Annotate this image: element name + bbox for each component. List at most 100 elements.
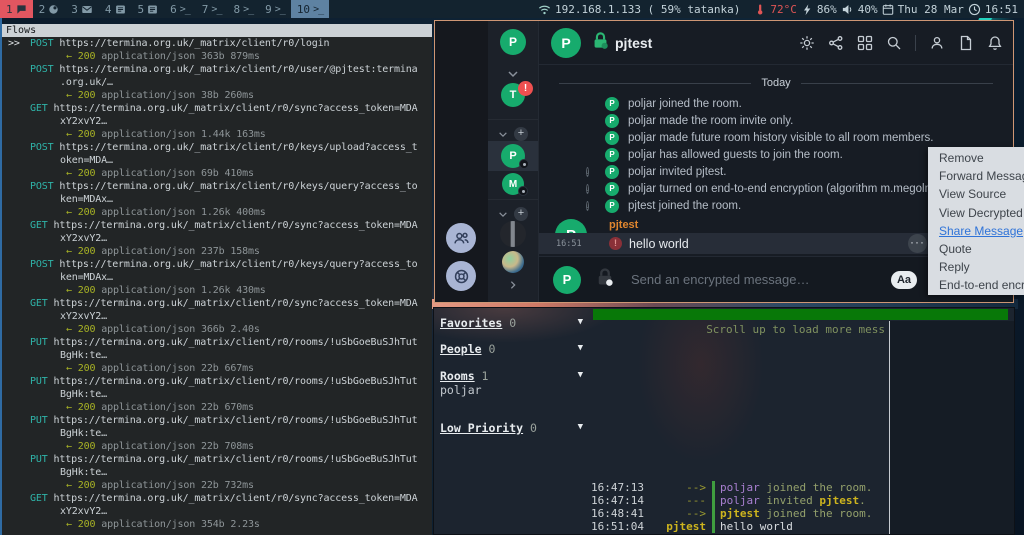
workspace-6[interactable]: 6>_ xyxy=(164,0,196,18)
timeline-event[interactable]: Ppoljar made the room invite only. xyxy=(539,112,1013,129)
battery-label: 86% xyxy=(817,3,837,16)
help-button[interactable] xyxy=(446,261,476,291)
encryption-lock-icon xyxy=(591,31,610,55)
chat-icon xyxy=(16,4,27,15)
flow-row[interactable]: PUT https://termina.org.uk/_matrix/clien… xyxy=(2,414,432,453)
workspace-7[interactable]: 7>_ xyxy=(196,0,228,18)
share-icon[interactable] xyxy=(828,35,844,51)
notifications-bell-icon[interactable] xyxy=(987,35,1003,51)
flow-row[interactable]: POST https://termina.org.uk/_matrix/clie… xyxy=(2,141,432,180)
workspace-2[interactable]: 2 xyxy=(33,0,66,18)
timeline-event[interactable]: Ppoljar joined the room. xyxy=(539,95,1013,112)
flow-row[interactable]: PUT https://termina.org.uk/_matrix/clien… xyxy=(2,375,432,414)
utility-strip xyxy=(435,21,488,302)
workspace-number: 8 xyxy=(233,3,240,16)
message-options-button[interactable]: ··· xyxy=(908,234,927,253)
divider xyxy=(915,35,916,51)
wifi-icon xyxy=(538,3,551,16)
chevron-down-icon[interactable] xyxy=(498,205,508,223)
scroll-notice: Scroll up to load more mess xyxy=(591,323,888,336)
add-contact-button[interactable] xyxy=(446,223,476,253)
clock-icon xyxy=(968,3,981,16)
workspace-3[interactable]: 3 xyxy=(65,0,99,18)
flow-row[interactable]: GET https://termina.org.uk/_matrix/clien… xyxy=(2,219,432,258)
room-avatar[interactable]: P xyxy=(551,28,581,58)
log-sender: --> xyxy=(651,481,706,494)
matrix-client-window: P T ! + P M + P pjtest xyxy=(434,20,1014,303)
timeline-event[interactable]: Ppoljar made future room history visible… xyxy=(539,129,1013,146)
event-avatar: P xyxy=(605,97,619,111)
flow-row[interactable]: POST https://termina.org.uk/_matrix/clie… xyxy=(2,180,432,219)
chevron-right-icon[interactable] xyxy=(509,277,517,295)
workspace-4[interactable]: 4 xyxy=(99,0,132,18)
menu-item-end-to-end-encry[interactable]: End-to-end encry xyxy=(928,276,1024,294)
room-section-favorites[interactable]: Favorites 0▼ xyxy=(440,316,585,330)
log-timestamp: 16:48:41 xyxy=(591,507,651,520)
menu-item-forward-message[interactable]: Forward Message xyxy=(928,167,1024,185)
room-section-people[interactable]: People 0▼ xyxy=(440,342,585,356)
collapse-triangle-icon[interactable]: ▼ xyxy=(578,422,583,432)
flow-row[interactable]: GET https://termina.org.uk/_matrix/clien… xyxy=(2,492,432,531)
accounts-rail: P T ! + P M + xyxy=(488,21,539,302)
menu-item-share-message[interactable]: Share Message xyxy=(928,222,1024,240)
room-section-rooms[interactable]: Rooms 1▼ xyxy=(440,369,585,383)
menu-item-reply[interactable]: Reply xyxy=(928,258,1024,276)
event-avatar: P xyxy=(605,199,619,213)
collapse-triangle-icon[interactable]: ▼ xyxy=(578,370,583,380)
mail-icon xyxy=(81,4,93,15)
event-warning-icon: ! xyxy=(586,167,589,177)
composer-input[interactable]: Send an encrypted message… xyxy=(631,272,810,287)
chat-log: 16:47:13-->poljar joined the room.16:47:… xyxy=(591,481,888,533)
format-button[interactable]: Aa xyxy=(891,271,917,289)
menu-item-view-decrypted-s[interactable]: View Decrypted S xyxy=(928,204,1024,222)
flow-list[interactable]: >>POST https://termina.org.uk/_matrix/cl… xyxy=(2,37,432,531)
menu-item-view-source[interactable]: View Source xyxy=(928,185,1024,203)
calendar-icon xyxy=(882,3,894,16)
room-section-low-priority[interactable]: Low Priority 0▼ xyxy=(440,421,585,435)
network-label: 192.168.1.133 ( 59% tatanka) xyxy=(555,3,740,16)
workspace-8[interactable]: 8>_ xyxy=(227,0,259,18)
event-text: poljar invited pjtest. xyxy=(628,166,726,178)
event-text: poljar made future room history visible … xyxy=(628,132,934,144)
rooms-grid-icon[interactable] xyxy=(857,35,873,51)
sender-name: pjtest xyxy=(609,219,638,231)
workspace-1[interactable]: 1 xyxy=(0,0,33,18)
book-icon xyxy=(147,4,158,15)
chevron-down-icon[interactable] xyxy=(507,65,519,83)
collapse-triangle-icon[interactable]: ▼ xyxy=(578,317,583,327)
loading-bar xyxy=(593,309,1008,320)
account-avatar[interactable]: P xyxy=(500,29,526,55)
log-line: 16:47:13-->poljar joined the room. xyxy=(591,481,888,494)
workspace-number: 5 xyxy=(138,3,145,16)
flow-row[interactable]: GET https://termina.org.uk/_matrix/clien… xyxy=(2,102,432,141)
composer-avatar: P xyxy=(553,266,581,294)
members-icon[interactable] xyxy=(929,35,945,51)
workspace-number: 4 xyxy=(105,3,112,16)
settings-gear-icon[interactable] xyxy=(799,35,815,51)
workspace-5[interactable]: 5 xyxy=(132,0,165,18)
room-avatar-image[interactable] xyxy=(502,251,524,273)
collapse-triangle-icon[interactable]: ▼ xyxy=(578,343,583,353)
log-message: poljar invited pjtest. xyxy=(720,494,866,507)
room-avatar-image[interactable] xyxy=(500,221,526,247)
menu-item-remove[interactable]: Remove xyxy=(928,149,1024,167)
flow-row[interactable]: POST https://termina.org.uk/_matrix/clie… xyxy=(2,63,432,102)
add-room-button[interactable]: + xyxy=(514,207,528,221)
workspace-number: 3 xyxy=(71,3,78,16)
add-room-button[interactable]: + xyxy=(514,127,528,141)
search-icon[interactable] xyxy=(886,35,902,51)
event-text: poljar made the room invite only. xyxy=(628,115,793,127)
menu-item-quote[interactable]: Quote xyxy=(928,240,1024,258)
flow-row[interactable]: PUT https://termina.org.uk/_matrix/clien… xyxy=(2,336,432,375)
files-icon[interactable] xyxy=(958,35,974,51)
flow-row[interactable]: PUT https://termina.org.uk/_matrix/clien… xyxy=(2,453,432,492)
flow-row[interactable]: GET https://termina.org.uk/_matrix/clien… xyxy=(2,297,432,336)
flow-row[interactable]: POST https://termina.org.uk/_matrix/clie… xyxy=(2,258,432,297)
quote-bar xyxy=(712,481,715,494)
event-warning-icon: ! xyxy=(586,201,589,211)
workspace-9[interactable]: 9>_ xyxy=(259,0,291,18)
event-avatar: P xyxy=(605,131,619,145)
workspace-10[interactable]: 10>_ xyxy=(291,0,329,18)
flow-row[interactable]: >>POST https://termina.org.uk/_matrix/cl… xyxy=(2,37,432,63)
room-entry-poljar[interactable]: poljar xyxy=(440,383,482,397)
